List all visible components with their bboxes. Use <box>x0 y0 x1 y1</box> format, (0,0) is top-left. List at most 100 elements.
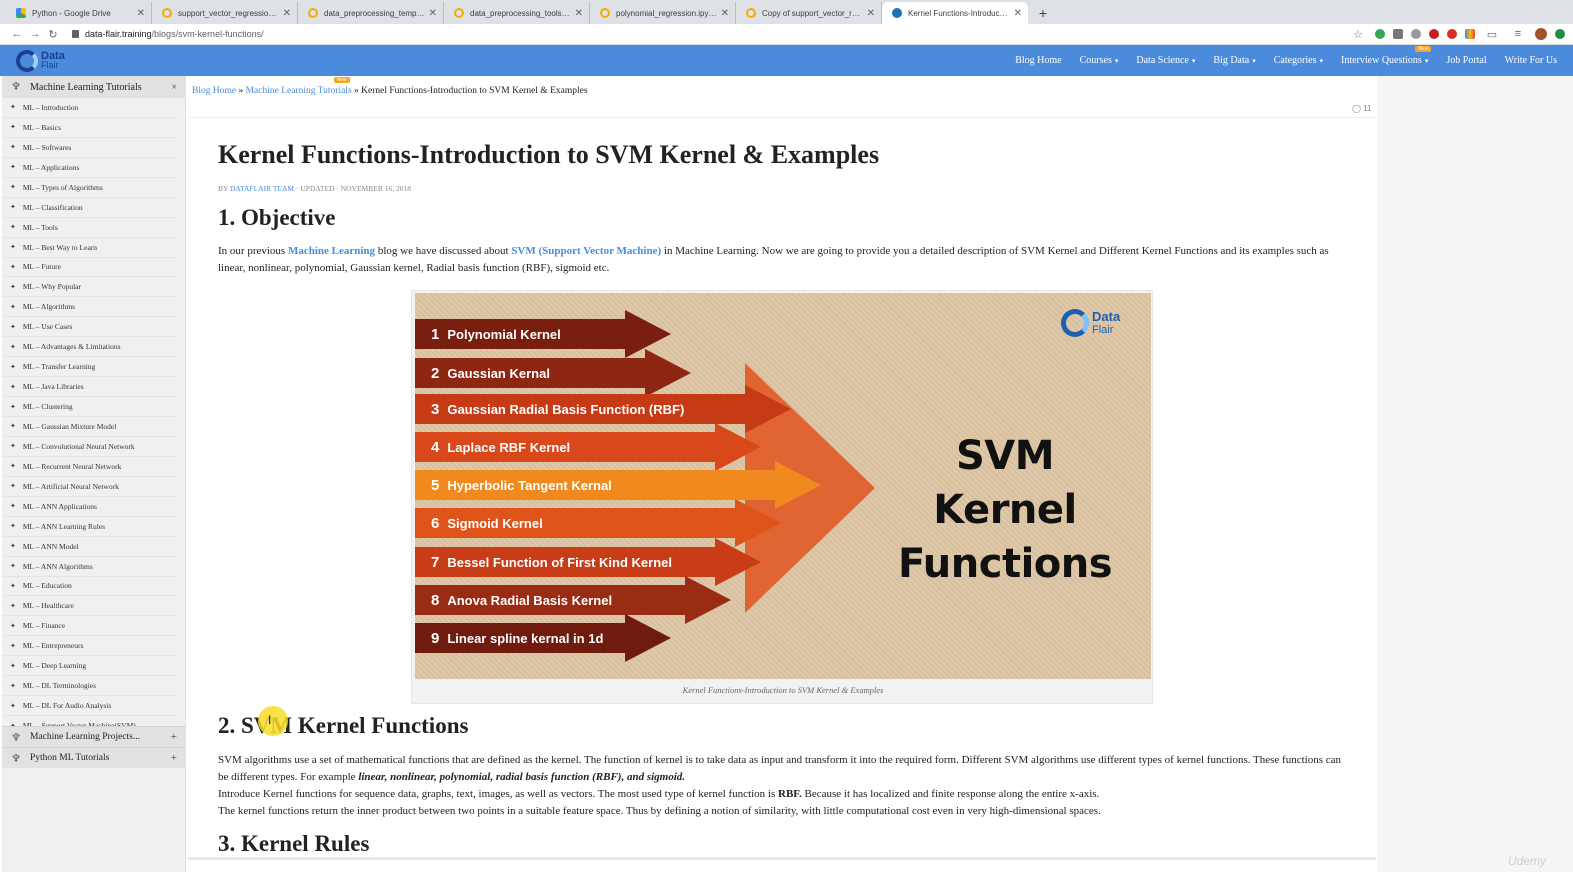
extension-menu-icon[interactable]: ≡ <box>1509 28 1527 40</box>
sidebar-item[interactable]: ✦ ML – Java Libraries <box>2 377 177 398</box>
comments-link[interactable]: ◯ 11 <box>1352 104 1372 113</box>
chevron-down-icon: ▾ <box>1319 57 1323 65</box>
extension-icon[interactable] <box>1429 29 1439 39</box>
sidebar-item[interactable]: ✦ ML – Tools <box>2 218 177 238</box>
close-icon[interactable]: ✕ <box>137 8 145 19</box>
sidebar-item[interactable]: ✦ ML – Types of Algorithms <box>2 178 177 198</box>
machine-learning-link[interactable]: Machine Learning <box>288 245 375 257</box>
sidebar-item[interactable]: ✦ ML – Use Cases <box>2 317 177 338</box>
sidebar-item[interactable]: ✦ ML – Applications <box>2 158 177 178</box>
sidebar-item-label: ML – Algorithms <box>22 302 76 312</box>
nav-item[interactable]: Job Portal <box>1446 55 1486 66</box>
sidebar-header[interactable]: ♆ Machine Learning Tutorials × <box>2 76 185 98</box>
sidebar-item[interactable]: ✦ ML – Algorithms <box>2 297 177 318</box>
extension-icon[interactable] <box>1393 29 1403 39</box>
sidebar-item[interactable]: ✦ ML – ANN Learning Rules <box>2 517 177 537</box>
cast-icon[interactable]: ▭ <box>1483 28 1501 41</box>
kernel-arrow-bar: 1 Polynomial Kernel <box>415 319 625 349</box>
browser-tab[interactable]: data_preprocessing_template.ipynb ✕ <box>298 2 444 24</box>
browser-tab[interactable]: Kernel Functions-Introduction to ✕ <box>882 2 1028 24</box>
browser-tab[interactable]: data_preprocessing_tools.ipynb ✕ <box>444 2 590 24</box>
kernel-arrow: 2 Gaussian Kernal <box>415 349 691 397</box>
reload-icon[interactable]: ↻ <box>44 28 62 41</box>
new-tab-button[interactable]: + <box>1032 2 1054 24</box>
paragraph-inner-product: The kernel functions return the inner pr… <box>218 805 1101 817</box>
nav-item-label: Courses <box>1079 55 1112 66</box>
sidebar-item[interactable]: ✦ ML – Education <box>2 577 177 597</box>
extension-icon[interactable] <box>1447 29 1457 39</box>
svm-link[interactable]: SVM (Support Vector Machine) <box>511 245 661 257</box>
sidebar-item[interactable]: ✦ ML – Clustering <box>2 397 177 417</box>
sidebar-item[interactable]: ✦ ML – Introduction <box>2 98 177 118</box>
close-icon[interactable]: × <box>171 82 177 93</box>
sidebar-item[interactable]: ✦ ML – Artificial Neural Network <box>2 477 177 497</box>
sidebar-item[interactable]: ✦ ML – Classification <box>2 198 177 218</box>
horizontal-scrollbar[interactable] <box>188 857 1376 860</box>
sidebar-item[interactable]: ✦ ML – ANN Applications <box>2 497 177 517</box>
nav-item[interactable]: Data Science ▾ <box>1136 55 1195 66</box>
sidebar-item[interactable]: ✦ ML – Convolutional Neural Network <box>2 437 177 457</box>
browser-tab[interactable]: support_vector_regression.ipynb ✕ <box>152 2 298 24</box>
sidebar-section[interactable]: ♆ Python ML Tutorials + <box>2 747 185 768</box>
sidebar-item[interactable]: ✦ ML – DL Terminologies <box>2 676 177 697</box>
sidebar-item-label: ML – Applications <box>22 162 80 172</box>
close-icon[interactable]: ✕ <box>283 8 291 19</box>
sidebar-item[interactable]: ✦ ML – Support Vector Machine(SVM) <box>2 716 177 726</box>
browser-tab-label: Python - Google Drive <box>32 8 111 18</box>
sidebar-item[interactable]: ✦ ML – ANN Model <box>2 537 177 557</box>
nav-item[interactable]: Big Data ▾ <box>1213 55 1255 66</box>
close-icon[interactable]: ✕ <box>721 8 729 19</box>
url-host: data-flair.training <box>85 29 152 39</box>
author-link[interactable]: DATAFLAIR TEAM <box>230 184 294 193</box>
text-cursor-icon: I <box>268 713 272 727</box>
url-field[interactable]: data-flair.training/blogs/svm-kernel-fun… <box>72 29 264 39</box>
close-icon[interactable]: ✕ <box>429 8 437 19</box>
nav-item[interactable]: Courses ▾ <box>1080 55 1119 66</box>
dataflair-logo[interactable]: Data Flair <box>16 49 65 72</box>
sidebar-item[interactable]: ✦ ML – Finance <box>2 616 177 637</box>
svm-kernels-banner[interactable]: Data Flair SVM Kernel Functions 1 Polynomi… <box>415 293 1151 679</box>
sidebar-item[interactable]: ✦ ML – DL For Audio Analysis <box>2 696 177 717</box>
nav-item[interactable]: Interview Questions ▾ New <box>1341 46 1432 66</box>
extension-icon[interactable] <box>1555 29 1565 39</box>
extension-icon[interactable] <box>1411 29 1421 39</box>
sidebar-item[interactable]: ✦ ML – Best Way to Learn <box>2 238 177 258</box>
close-icon[interactable]: ✕ <box>1014 8 1022 19</box>
breadcrumb-parent-link[interactable]: Machine Learning Tutorials New <box>245 77 352 96</box>
sidebar-item[interactable]: ✦ ML – Entrepreneurs <box>2 636 177 657</box>
sidebar-item[interactable]: ✦ ML – Future <box>2 258 177 278</box>
sidebar-item[interactable]: ✦ ML – Gaussian Mixture Model <box>2 417 177 437</box>
nav-item-label: Big Data <box>1213 55 1250 66</box>
browser-tab[interactable]: polynomial_regression.ipynb - C ✕ <box>590 2 736 24</box>
sidebar-item[interactable]: ✦ ML – ANN Algorithms <box>2 557 177 577</box>
sidebar-item[interactable]: ✦ ML – Deep Learning <box>2 656 177 677</box>
bullet-icon: ✦ <box>10 382 16 391</box>
profile-avatar[interactable] <box>1535 28 1547 40</box>
extension-icon[interactable] <box>1465 29 1475 39</box>
sidebar-item[interactable]: ✦ ML – Healthcare <box>2 596 177 617</box>
browser-tab-label: data_preprocessing_tools.ipynb <box>470 8 571 18</box>
bookmark-star-icon[interactable]: ☆ <box>1349 28 1367 41</box>
nav-item[interactable]: Blog Home <box>1015 55 1061 66</box>
close-icon[interactable]: ✕ <box>575 8 583 19</box>
forward-icon[interactable]: → <box>26 28 44 40</box>
breadcrumb-home-link[interactable]: Blog Home <box>192 86 236 96</box>
nav-item[interactable]: Categories ▾ <box>1274 55 1323 66</box>
close-icon[interactable]: ✕ <box>867 8 875 19</box>
extension-icon[interactable] <box>1375 29 1385 39</box>
dataflair-logo-icon <box>1061 309 1089 337</box>
sidebar-item[interactable]: ✦ ML – Recurrent Neural Network <box>2 457 177 477</box>
sidebar-item[interactable]: ✦ ML – Basics <box>2 118 177 138</box>
sidebar-item[interactable]: ✦ ML – Why Popular <box>2 277 177 298</box>
sidebar-item[interactable]: ✦ ML – Advantages & Limitations <box>2 337 177 358</box>
expand-icon[interactable]: + <box>171 752 177 764</box>
browser-tab[interactable]: Copy of support_vector_regressi ✕ <box>736 2 882 24</box>
breadcrumb-parent-label: Machine Learning Tutorials <box>245 86 352 96</box>
sidebar-item[interactable]: ✦ ML – Transfer Learning <box>2 357 177 378</box>
sidebar-section[interactable]: ♆ Machine Learning Projects... + <box>2 726 185 747</box>
nav-item[interactable]: Write For Us <box>1505 55 1557 66</box>
back-icon[interactable]: ← <box>8 28 26 40</box>
expand-icon[interactable]: + <box>171 731 177 743</box>
browser-tab[interactable]: Python - Google Drive ✕ <box>6 2 152 24</box>
sidebar-item[interactable]: ✦ ML – Softwares <box>2 138 177 158</box>
